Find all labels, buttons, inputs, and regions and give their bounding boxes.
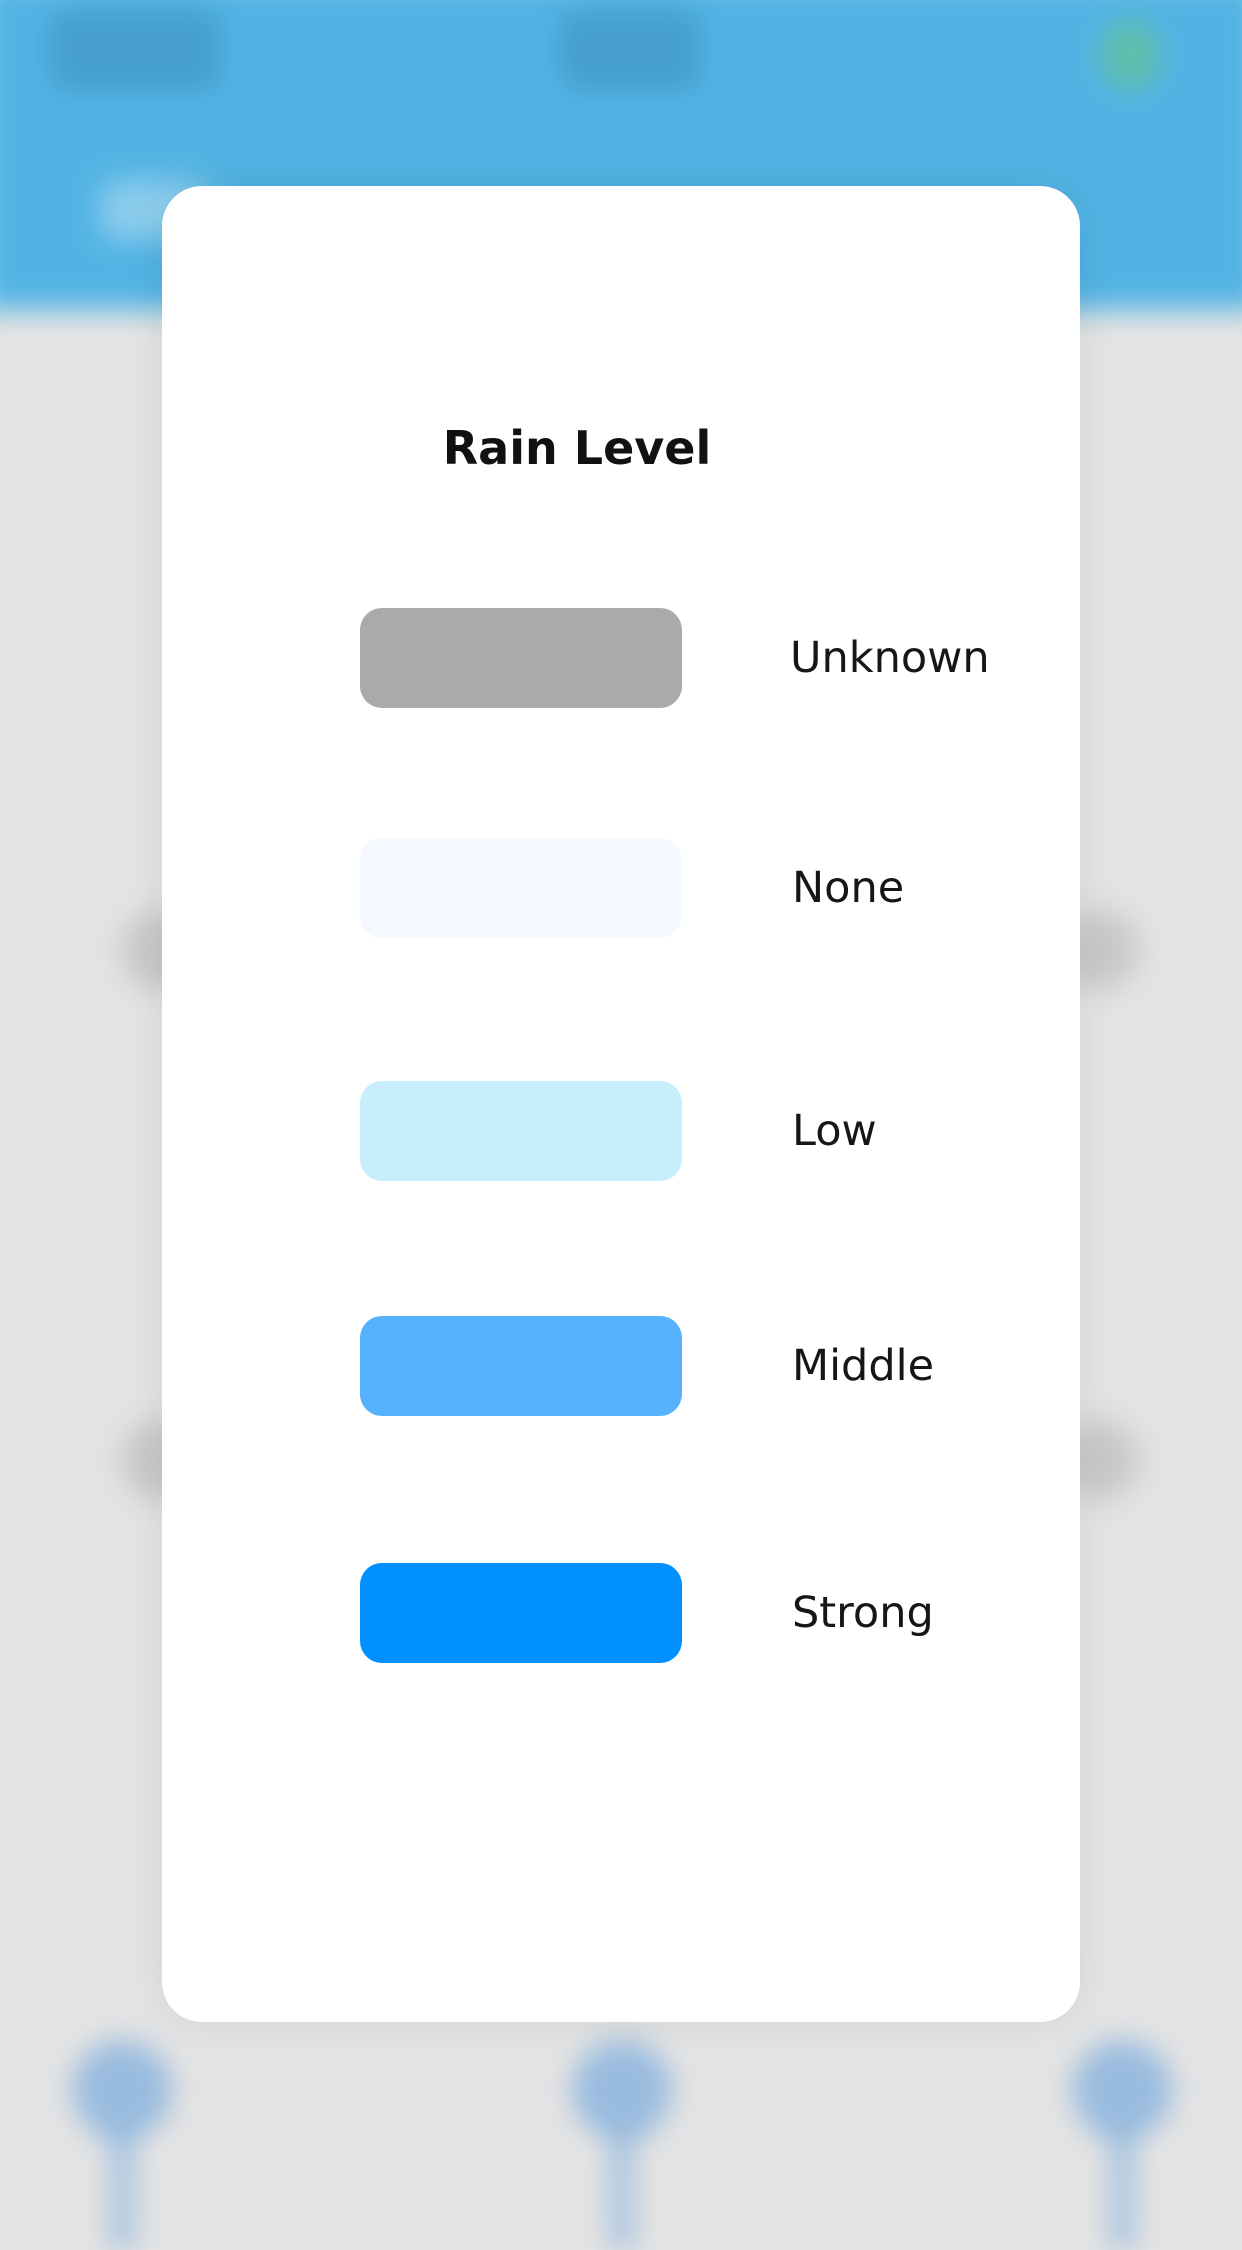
background-pin-icon — [572, 2040, 672, 2250]
legend-item-middle: Middle — [162, 1316, 1080, 1416]
legend-label-none: None — [792, 863, 905, 913]
background-status-icon — [1100, 20, 1160, 90]
legend-item-strong: Strong — [162, 1563, 1080, 1663]
legend-label-low: Low — [792, 1106, 877, 1156]
legend-label-unknown: Unknown — [790, 633, 990, 683]
background-pin-icon — [72, 2040, 172, 2250]
background-toolbar-item — [50, 10, 220, 90]
color-swatch-low — [360, 1081, 682, 1181]
color-swatch-none — [360, 838, 682, 938]
background-pin-icon — [1072, 2040, 1172, 2250]
legend-item-unknown: Unknown — [162, 608, 1080, 708]
color-swatch-middle — [360, 1316, 682, 1416]
background-toolbar-item — [560, 10, 700, 90]
color-swatch-strong — [360, 1563, 682, 1663]
rain-level-legend-dialog[interactable]: Rain Level Unknown None Low Middle Stron… — [162, 186, 1080, 2022]
legend-item-low: Low — [162, 1081, 1080, 1181]
legend-label-middle: Middle — [792, 1341, 935, 1391]
legend-item-none: None — [162, 838, 1080, 938]
dialog-title: Rain Level — [442, 421, 712, 475]
color-swatch-unknown — [360, 608, 682, 708]
legend-label-strong: Strong — [792, 1588, 934, 1638]
